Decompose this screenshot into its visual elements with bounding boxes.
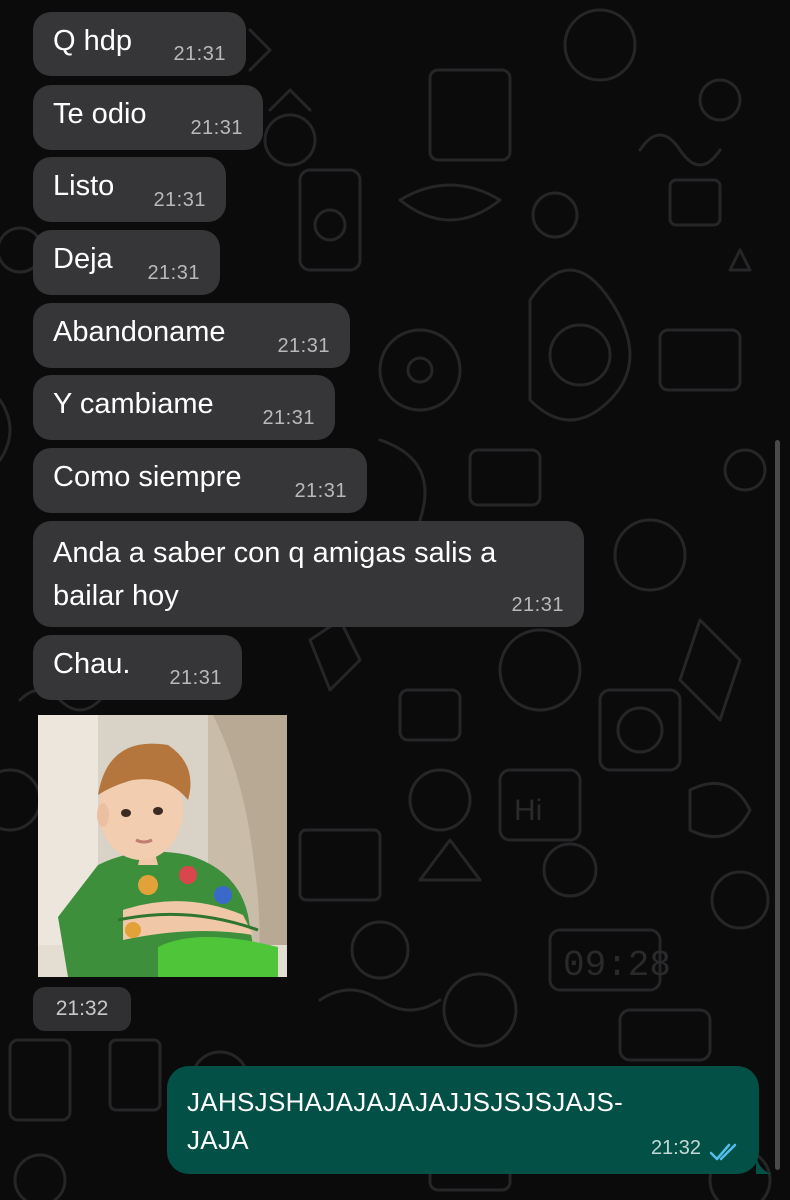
svg-text:09:28: 09:28 [563, 945, 671, 986]
message-text: Chau. [53, 648, 131, 680]
message-text: Y cambiame [53, 388, 214, 420]
message-time: 21:31 [147, 262, 200, 284]
message-bubble-7[interactable]: Como siempre 21:31 [33, 448, 367, 513]
message-text: Abandoname [53, 316, 226, 348]
message-time: 21:31 [294, 480, 347, 502]
image-message[interactable] [38, 715, 287, 977]
outgoing-message-text: JAHSJSHAJAJAJAJAJJSJSJSJAJS- JAJA [187, 1083, 623, 1159]
message-bubble-3[interactable]: Listo 21:31 [33, 157, 226, 222]
message-time: 21:31 [190, 117, 243, 139]
message-time: 21:31 [277, 335, 330, 357]
outgoing-text-line-2: JAJA [187, 1125, 249, 1155]
outgoing-message-time: 21:32 [650, 1137, 701, 1159]
message-text: Deja [53, 243, 113, 275]
message-time: 21:31 [511, 594, 564, 616]
message-bubble-8[interactable]: Anda a saber con q amigas salis a bailar… [33, 521, 584, 627]
bubble-tail-icon [756, 1154, 772, 1174]
message-text: Listo [53, 170, 115, 202]
message-bubble-5[interactable]: Abandoname 21:31 [33, 303, 350, 368]
message-time: 21:31 [153, 189, 206, 211]
chat-scrollbar[interactable] [775, 440, 780, 1170]
message-bubble-9[interactable]: Chau. 21:31 [33, 635, 242, 700]
message-text: Q hdp [53, 25, 132, 57]
message-text: Anda a saber con q amigas salis a bailar… [53, 537, 497, 612]
message-time: 21:31 [169, 667, 222, 689]
message-time: 21:31 [262, 407, 315, 429]
outgoing-message-bubble[interactable]: JAHSJSHAJAJAJAJAJJSJSJSJAJS- JAJA 21:32 [167, 1066, 772, 1174]
image-message-time: 21:32 [33, 987, 131, 1031]
message-time: 21:31 [173, 43, 226, 65]
message-bubble-6[interactable]: Y cambiame 21:31 [33, 375, 335, 440]
svg-text:Hi: Hi [514, 794, 542, 827]
message-bubble-4[interactable]: Deja 21:31 [33, 230, 220, 295]
child-photo [38, 715, 287, 977]
outgoing-text-line-1: JAHSJSHAJAJAJAJAJJSJSJSJAJS- [187, 1087, 624, 1117]
read-receipt-icon [709, 1143, 737, 1161]
message-bubble-2[interactable]: Te odio 21:31 [33, 85, 263, 150]
message-bubble-1[interactable]: Q hdp 21:31 [33, 12, 246, 76]
message-text: Te odio [53, 98, 147, 130]
message-text: Como siempre [53, 461, 242, 493]
